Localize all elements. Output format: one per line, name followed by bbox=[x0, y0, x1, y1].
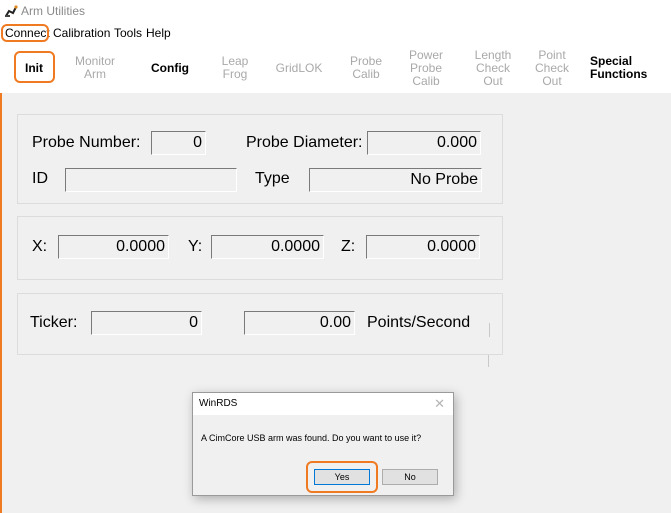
title-bar: Arm Utilities bbox=[0, 0, 671, 22]
separator-mark bbox=[489, 323, 490, 337]
z-label: Z: bbox=[341, 238, 356, 255]
y-label: Y: bbox=[188, 238, 203, 255]
no-button[interactable]: No bbox=[382, 469, 438, 485]
gridlok-button[interactable]: GridLOK bbox=[270, 43, 328, 93]
probe-number-label: Probe Number: bbox=[32, 134, 141, 151]
rate-unit-label: Points/Second bbox=[367, 314, 471, 331]
point-check-out-button[interactable]: Point Check Out bbox=[528, 43, 576, 93]
menu-bar: Connect Calibration Tools Help bbox=[0, 24, 671, 42]
probe-type-field: No Probe bbox=[309, 168, 482, 192]
y-value-field: 0.0000 bbox=[211, 235, 324, 259]
ticker-group: Ticker: 0 0.00 Points/Second bbox=[17, 293, 503, 355]
monitor-arm-button[interactable]: Monitor Arm bbox=[72, 43, 118, 93]
window-title: Arm Utilities bbox=[21, 4, 86, 18]
close-icon[interactable]: ✕ bbox=[434, 396, 445, 412]
panel-left-accent bbox=[0, 93, 2, 513]
probe-id-label: ID bbox=[32, 170, 48, 187]
usb-arm-dialog: WinRDS ✕ A CimCore USB arm was found. Do… bbox=[192, 392, 454, 496]
menu-help[interactable]: Help bbox=[146, 25, 171, 41]
arm-app-icon bbox=[4, 4, 18, 18]
dialog-title: WinRDS bbox=[199, 398, 238, 409]
ticker-value-field: 0 bbox=[91, 311, 202, 335]
special-functions-button[interactable]: Special Functions bbox=[590, 43, 660, 93]
menu-tools[interactable]: Tools bbox=[114, 25, 142, 41]
yes-button[interactable]: Yes bbox=[314, 469, 370, 485]
ticker-label: Ticker: bbox=[30, 314, 78, 331]
x-value-field: 0.0000 bbox=[58, 235, 169, 259]
config-button[interactable]: Config bbox=[145, 43, 195, 93]
length-check-out-button[interactable]: Length Check Out bbox=[469, 43, 517, 93]
toolbar: Init Monitor Arm Config Leap Frog GridLO… bbox=[0, 43, 671, 93]
probe-group: Probe Number: 0 Probe Diameter: 0.000 ID… bbox=[17, 114, 503, 204]
probe-diameter-label: Probe Diameter: bbox=[246, 134, 363, 151]
power-probe-calib-button[interactable]: Power Probe Calib bbox=[402, 43, 450, 93]
x-label: X: bbox=[32, 238, 48, 255]
probe-id-field bbox=[65, 168, 237, 192]
dialog-title-bar: WinRDS ✕ bbox=[193, 393, 453, 415]
rate-value-field: 0.00 bbox=[244, 311, 355, 335]
probe-number-field: 0 bbox=[151, 131, 206, 155]
dialog-message: A CimCore USB arm was found. Do you want… bbox=[201, 433, 422, 443]
z-value-field: 0.0000 bbox=[366, 235, 480, 259]
menu-calibration[interactable]: Calibration bbox=[53, 25, 110, 41]
probe-type-label: Type bbox=[255, 170, 290, 187]
leap-frog-button[interactable]: Leap Frog bbox=[212, 43, 258, 93]
init-button[interactable]: Init bbox=[13, 43, 55, 93]
probe-calib-button[interactable]: Probe Calib bbox=[340, 43, 392, 93]
menu-connect[interactable]: Connect bbox=[5, 25, 50, 41]
coordinates-group: X: 0.0000 Y: 0.0000 Z: 0.0000 bbox=[17, 216, 503, 280]
separator-mark bbox=[488, 355, 489, 367]
probe-diameter-field: 0.000 bbox=[367, 131, 481, 155]
